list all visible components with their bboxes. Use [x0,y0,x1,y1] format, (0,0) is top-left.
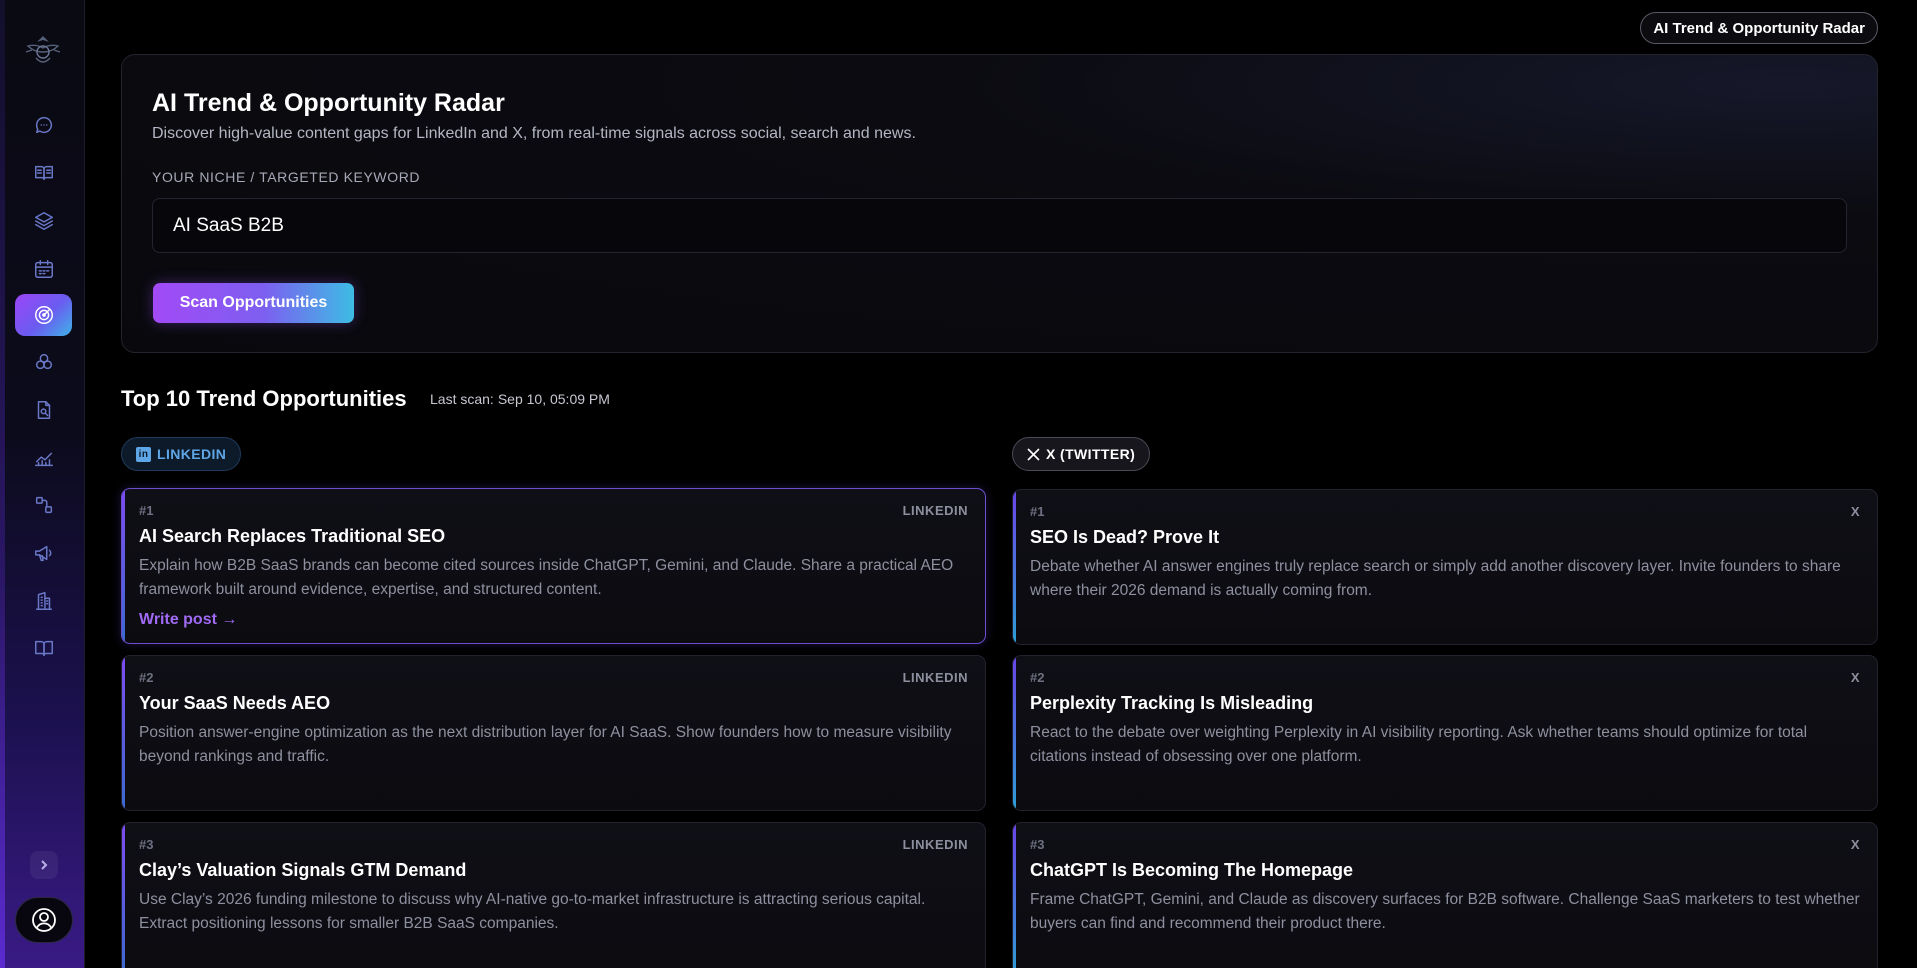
radar-hero-panel: AI Trend & Opportunity Radar Discover hi… [121,54,1878,353]
trend-rank: #1 [1030,504,1045,519]
linkedin-column-pill: in LINKEDIN [121,437,242,471]
nav-chat[interactable] [15,104,72,146]
trend-card-x-2[interactable]: #2 X Perplexity Tracking Is Misleading R… [1012,655,1878,811]
platform-tag: LINKEDIN [902,837,968,852]
nav-campaigns[interactable] [15,532,72,574]
megaphone-icon [34,545,51,562]
radar-icon [34,306,53,324]
trend-rank: #3 [139,837,154,852]
platform-tag: X [1850,670,1860,685]
platform-tag: LINKEDIN [902,503,968,518]
nav-calendar[interactable] [15,248,72,290]
trend-card-linkedin-2[interactable]: #2 LINKEDIN Your SaaS Needs AEO Position… [121,655,986,811]
trend-description: React to the debate over weighting Perpl… [1030,724,1808,765]
trend-description: Use Clay’s 2026 funding milestone to dis… [139,891,926,932]
nav-company[interactable] [15,580,72,622]
platform-tag: X [1850,837,1860,852]
x-column-pill: X (TWITTER) [1012,437,1151,471]
trend-description: Frame ChatGPT, Gemini, and Claude as dis… [1030,891,1860,932]
trend-description: Debate whether AI answer engines truly r… [1030,558,1841,599]
last-scan-label: Last scan: [430,391,494,407]
nav-workflow[interactable] [15,484,72,526]
sidebar-expand-button[interactable] [30,851,58,879]
page-subtitle: Discover high-value content gaps for Lin… [152,125,916,142]
trend-title: ChatGPT Is Becoming The Homepage [1030,860,1354,880]
page-badge: AI Trend & Opportunity Radar [1640,12,1878,44]
x-logo-icon [1027,447,1040,461]
nav-analytics[interactable] [15,437,72,479]
nav-file-search[interactable] [15,389,72,431]
platform-tag: LINKEDIN [902,670,968,685]
building-icon [35,592,52,610]
user-circle-icon [32,908,56,932]
chat-icon [35,116,52,134]
chevron-right-icon [41,860,48,870]
file-search-icon [37,401,50,419]
keyword-input[interactable] [152,198,1847,253]
trend-rank: #3 [1030,837,1045,852]
user-profile-button[interactable] [15,897,73,943]
layers-icon [34,212,53,230]
nav-docs[interactable] [15,627,72,669]
last-scan-value: Sep 10, 05:09 PM [497,391,610,407]
last-scan-info: Last scan: Sep 10, 05:09 PM [430,391,610,407]
linkedin-icon: in [136,446,151,462]
trend-card-x-3[interactable]: #3 X ChatGPT Is Becoming The Homepage Fr… [1012,822,1878,968]
x-pill-label: X (TWITTER) [1046,446,1136,462]
platform-tag: X [1850,504,1860,519]
trend-card-linkedin-3[interactable]: #3 LINKEDIN Clay’s Valuation Signals GTM… [121,822,986,968]
circles-icon [35,353,52,370]
chart-line-icon [34,452,53,467]
trend-card-x-1[interactable]: #1 X SEO Is Dead? Prove It Debate whethe… [1012,489,1878,645]
nav-radar[interactable] [15,294,72,336]
trend-title: Perplexity Tracking Is Misleading [1030,693,1314,713]
book-icon [34,640,53,657]
scan-opportunities-button[interactable]: Scan Opportunities [153,283,354,323]
trend-rank: #2 [1030,670,1045,685]
nav-library[interactable] [15,152,72,194]
keyword-field-label: YOUR NICHE / TARGETED KEYWORD [152,169,421,185]
sidebar-edge [0,0,5,968]
trend-description: Explain how B2B SaaS brands can become c… [139,557,954,598]
calendar-icon [34,260,53,278]
trend-title: SEO Is Dead? Prove It [1030,527,1220,547]
brand-logo[interactable] [22,30,64,72]
trend-description: Position answer-engine optimization as t… [139,724,952,765]
trend-title: Clay’s Valuation Signals GTM Demand [139,860,467,880]
trend-title: AI Search Replaces Traditional SEO [139,526,446,546]
workflow-icon [35,496,52,514]
linkedin-pill-label: LINKEDIN [157,446,227,462]
results-title: Top 10 Trend Opportunities [121,386,407,411]
nav-layers[interactable] [15,200,72,242]
trend-rank: #2 [139,670,154,685]
trend-card-linkedin-1[interactable]: #1 LINKEDIN AI Search Replaces Tradition… [121,488,986,644]
trend-rank: #1 [139,503,154,518]
book-open-icon [34,165,53,181]
trend-title: Your SaaS Needs AEO [139,693,331,713]
nav-circles[interactable] [15,341,72,383]
sidebar [0,0,85,968]
write-post-link[interactable]: Write post → [139,611,237,629]
page-title: AI Trend & Opportunity Radar [152,89,505,117]
